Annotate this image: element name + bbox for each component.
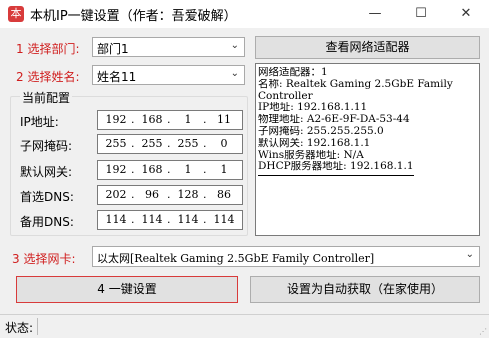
set-automatic-button[interactable]: 设置为自动获取（在家使用） <box>250 276 480 303</box>
ip-dot-separator: . <box>167 213 171 226</box>
ip-octet[interactable]: 1 <box>174 113 202 126</box>
ip-octet[interactable]: 114 <box>102 213 130 226</box>
ip-dot-separator: . <box>167 113 171 126</box>
preferred-dns-label: 首选DNS: <box>20 190 74 204</box>
ip-dot-separator: . <box>203 188 207 201</box>
ip-dot-separator: . <box>131 113 135 126</box>
window-title: 本机IP一键设置（作者：吾爱破解） <box>30 9 237 24</box>
ip-octet[interactable]: 86 <box>210 188 238 201</box>
adapter-mask: 子网掩码: 255.255.255.0 <box>258 125 384 137</box>
name-label: 2 选择姓名: <box>16 70 80 84</box>
ip-octet[interactable]: 255 <box>102 137 130 150</box>
ip-dot-separator: . <box>203 213 207 226</box>
ip-dot-separator: . <box>167 188 171 201</box>
ip-dot-separator: . <box>203 113 207 126</box>
default-gateway-label: 默认网关: <box>20 165 73 179</box>
alternate-dns-label: 备用DNS: <box>20 215 74 229</box>
ip-octet[interactable]: 1 <box>174 163 202 176</box>
ip-address-label: IP地址: <box>20 115 59 129</box>
ip-dot-separator: . <box>203 137 207 150</box>
adapter-mac: 物理地址: A2-6E-9F-DA-53-44 <box>258 114 410 126</box>
ip-dot-separator: . <box>131 213 135 226</box>
ip-dot-separator: . <box>131 163 135 176</box>
ip-dot-separator: . <box>167 163 171 176</box>
title-bar: 本 本机IP一键设置（作者：吾爱破解） — ☐ ✕ <box>0 0 489 28</box>
adapter-wins: Wins服务器地址: N/A <box>258 149 364 161</box>
adapter-gateway: 默认网关: 192.168.1.1 <box>258 137 371 149</box>
adapter-select-value: 以太网[Realtek Gaming 2.5GbE Family Control… <box>97 252 375 265</box>
ip-octet[interactable]: 202 <box>102 188 130 201</box>
apply-settings-button[interactable]: 4 一键设置 <box>16 276 238 303</box>
department-label: 1 选择部门: <box>16 42 80 56</box>
department-value: 部门1 <box>97 42 129 56</box>
ip-dot-separator: . <box>131 188 135 201</box>
name-select[interactable]: 姓名11 ⌄ <box>92 65 245 85</box>
view-network-adapters-button[interactable]: 查看网络适配器 <box>255 36 480 59</box>
ip-address-input[interactable]: 192. 168. 1. 11 <box>97 110 243 130</box>
close-icon[interactable]: ✕ <box>443 0 489 28</box>
department-select[interactable]: 部门1 ⌄ <box>92 37 245 57</box>
alternate-dns-input[interactable]: 114. 114. 114. 114 <box>97 210 243 230</box>
ip-octet[interactable]: 0 <box>210 137 238 150</box>
default-gateway-input[interactable]: 192. 168. 1. 1 <box>97 160 243 180</box>
adapter-name: 名称: Realtek Gaming 2.5GbE Family Control… <box>258 78 453 102</box>
ip-octet[interactable]: 11 <box>210 113 238 126</box>
chevron-down-icon: ⌄ <box>230 40 239 51</box>
ip-octet[interactable]: 255 <box>138 137 166 150</box>
app-icon: 本 <box>8 6 24 22</box>
ip-octet[interactable]: 128 <box>174 188 202 201</box>
adapter-index: 网络适配器：1 <box>258 67 328 78</box>
ip-octet[interactable]: 255 <box>174 137 202 150</box>
subnet-mask-label: 子网掩码: <box>20 139 73 153</box>
ip-dot-separator: . <box>167 137 171 150</box>
status-bar: 状态: ⋰ <box>0 314 489 338</box>
maximize-icon[interactable]: ☐ <box>398 0 444 28</box>
ip-octet[interactable]: 96 <box>138 188 166 201</box>
name-value: 姓名11 <box>97 70 137 84</box>
minimize-icon[interactable]: — <box>352 0 398 28</box>
current-config-title: 当前配置 <box>20 89 73 106</box>
ip-octet[interactable]: 192 <box>102 163 130 176</box>
resize-grip-icon[interactable]: ⋰ <box>479 327 487 336</box>
adapter-dhcp: DHCP服务器地址: 192.168.1.1 <box>258 161 414 177</box>
adapter-info-panel: 网络适配器：1 名称: Realtek Gaming 2.5GbE Family… <box>255 63 480 236</box>
ip-dot-separator: . <box>131 137 135 150</box>
ip-octet[interactable]: 168 <box>138 113 166 126</box>
ip-octet[interactable]: 114 <box>210 213 238 226</box>
ip-octet[interactable]: 114 <box>174 213 202 226</box>
adapter-select[interactable]: 以太网[Realtek Gaming 2.5GbE Family Control… <box>92 246 480 267</box>
chevron-down-icon: ⌄ <box>465 249 474 260</box>
status-separator <box>37 318 38 335</box>
adapter-label: 3 选择网卡: <box>12 252 76 266</box>
chevron-down-icon: ⌄ <box>230 68 239 79</box>
ip-octet[interactable]: 1 <box>210 163 238 176</box>
status-label: 状态: <box>5 321 34 335</box>
ip-dot-separator: . <box>203 163 207 176</box>
ip-octet[interactable]: 168 <box>138 163 166 176</box>
ip-octet[interactable]: 192 <box>102 113 130 126</box>
adapter-ip: IP地址: 192.168.1.11 <box>258 102 368 114</box>
ip-octet[interactable]: 114 <box>138 213 166 226</box>
subnet-mask-input[interactable]: 255. 255. 255. 0 <box>97 134 243 154</box>
preferred-dns-input[interactable]: 202. 96. 128. 86 <box>97 185 243 205</box>
